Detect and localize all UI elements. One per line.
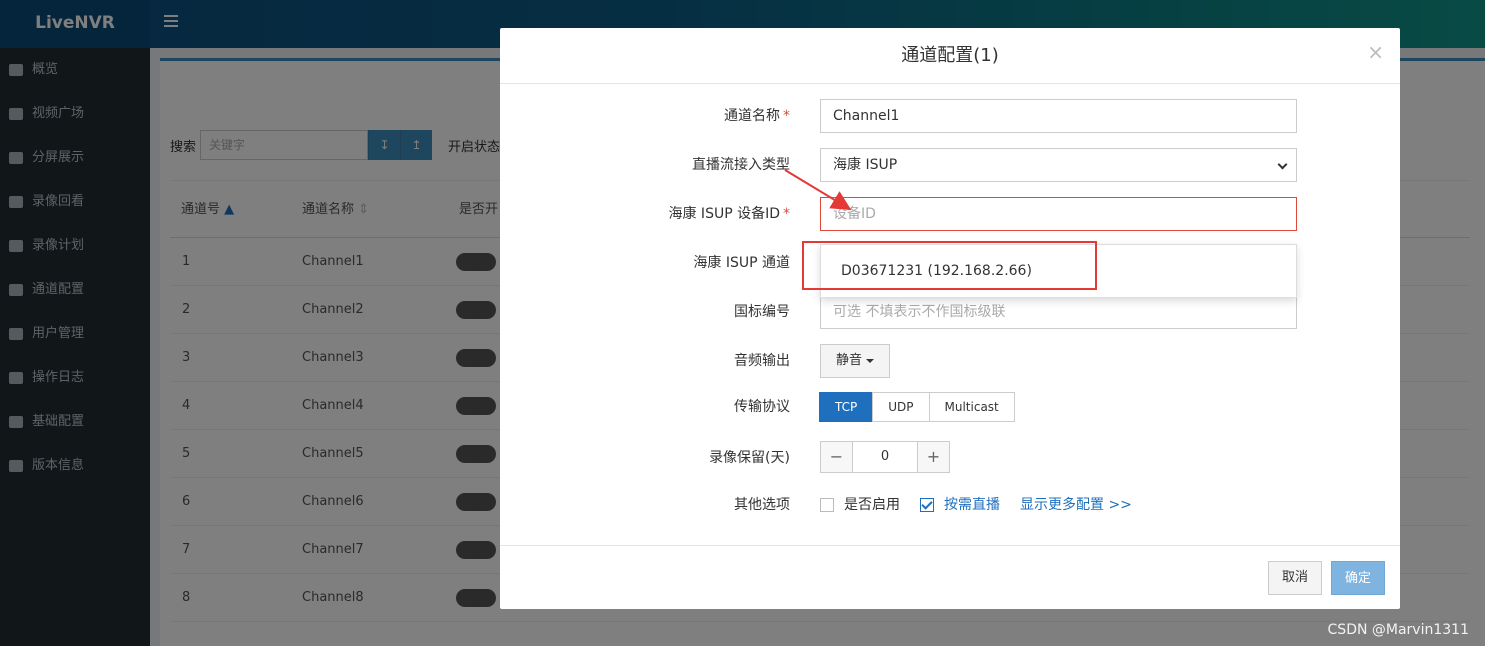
watermark: CSDN @Marvin1311 (1327, 622, 1469, 638)
annotation-arrow-icon (784, 169, 852, 211)
